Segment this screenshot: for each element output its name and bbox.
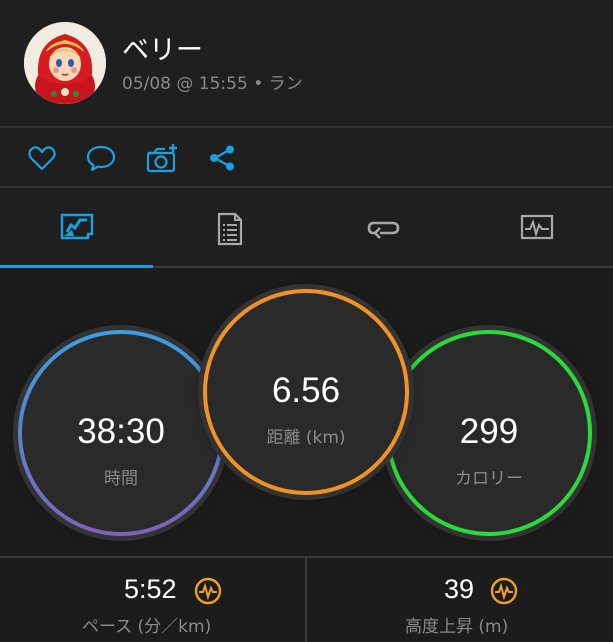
add-photo-button[interactable] [146,142,180,174]
share-button[interactable] [206,142,238,174]
heart-icon [28,146,56,171]
speedometer-icon [490,577,518,605]
distance-value: 6.56 [271,371,341,410]
activity-header: ベリー 05/08 @ 15:55 • ラン [0,0,613,126]
calories-value: 299 [459,412,519,451]
details-icon [217,212,243,246]
user-name[interactable]: ベリー [122,28,203,67]
elevation-label: 高度上昇 (m) [405,617,509,637]
tab-charts[interactable] [460,188,613,266]
metrics-row: 5:52 ペース (分／km) 39 高度上昇 (m) [0,556,613,642]
time-stat-circle[interactable]: 38:30 時間 [18,330,224,536]
speedometer-icon [194,577,222,605]
charts-icon [520,214,554,240]
tab-details[interactable] [153,188,306,266]
distance-stat-circle[interactable]: 6.56 距離 (km) [203,289,409,495]
activity-date-type: 05/08 @ 15:55 • ラン [122,74,303,94]
action-bar [0,128,613,186]
comment-icon [86,145,116,172]
comment-button[interactable] [85,142,117,174]
tab-overview[interactable] [0,188,153,266]
pace-label: ペース (分／km) [82,617,212,637]
summary-stats: 38:30 時間 299 カロリー 6.56 距離 (km) [0,268,613,556]
overview-icon [60,213,94,240]
pace-value: 5:52 [124,574,177,604]
like-button[interactable] [26,142,58,174]
share-icon [210,145,234,171]
add-photo-icon [146,144,177,173]
laps-icon [367,221,400,239]
calories-stat-circle[interactable]: 299 カロリー [386,330,592,536]
tab-bar [0,188,613,266]
elevation-metric[interactable]: 39 高度上昇 (m) [307,558,613,642]
pace-metric[interactable]: 5:52 ペース (分／km) [0,558,305,642]
avatar[interactable] [24,22,106,104]
tab-laps[interactable] [307,188,460,266]
distance-label: 距離 (km) [266,428,346,448]
calories-label: カロリー [455,469,523,489]
time-label: 時間 [104,469,138,489]
time-value: 38:30 [77,412,165,451]
elevation-value: 39 [444,574,475,604]
